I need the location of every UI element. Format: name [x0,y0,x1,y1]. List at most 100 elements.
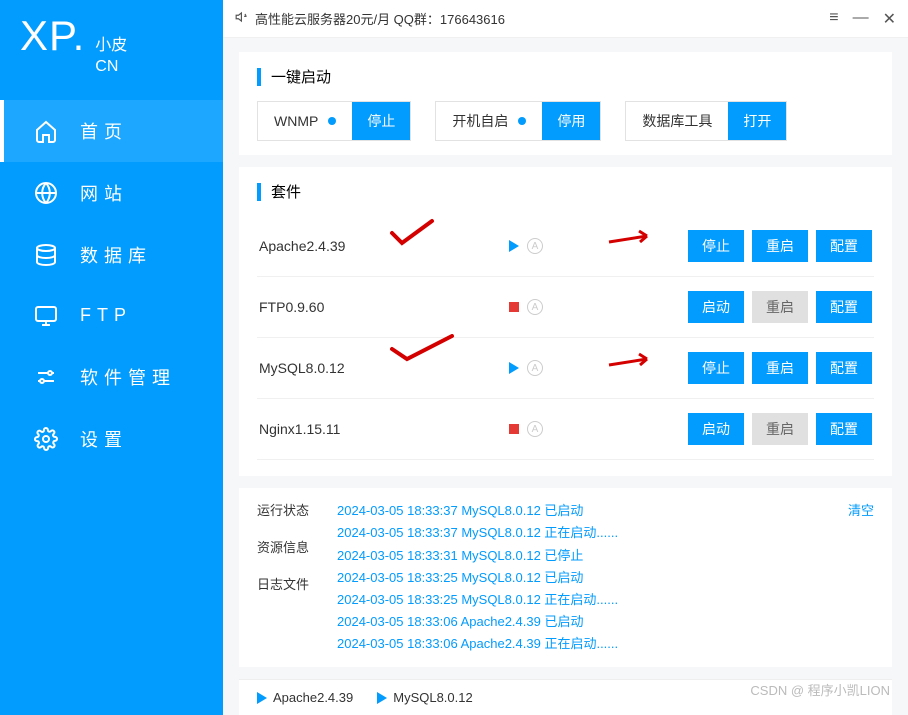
auto-icon: A [527,238,543,254]
suite-name: FTP0.9.60 [259,299,509,315]
nav-database[interactable]: 数据库 [0,224,223,286]
log-line: 2024-03-05 18:33:25 MySQL8.0.12 已启动 [337,567,848,589]
log-line: 2024-03-05 18:33:37 MySQL8.0.12 已启动 [337,500,848,522]
suite-停止-button[interactable]: 停止 [688,230,744,262]
nav-website[interactable]: 网站 [0,162,223,224]
gear-icon [34,427,58,451]
suite-配置-button[interactable]: 配置 [816,230,872,262]
nav-label: 首页 [80,118,128,144]
suite-重启-button[interactable]: 重启 [752,230,808,262]
suite-status: A [509,238,688,254]
suite-actions: 停止重启配置 [688,352,872,384]
auto-icon: A [527,360,543,376]
nav-label: 数据库 [80,242,152,268]
nav-home[interactable]: 首页 [0,100,223,162]
database-icon [34,243,58,267]
quick-box-0: WNMP 停止 [257,101,411,141]
speaker-icon [235,10,249,27]
menu-icon[interactable]: ≡ [829,9,838,29]
play-icon [377,692,387,704]
play-icon [257,692,267,704]
home-icon [34,119,58,143]
play-icon [509,362,519,374]
announce: 高性能云服务器20元/月 QQ群：176643616 [235,9,829,28]
auto-icon: A [527,421,543,437]
logo-cn: 小皮CN [95,36,127,78]
suite-actions: 停止重启配置 [688,230,872,262]
suite-row-0: Apache2.4.39 A 停止重启配置 [257,216,874,277]
clear-logs-button[interactable]: 清空 [848,500,874,655]
quick-label: 开机自启 [436,111,542,131]
suite-row-1: FTP0.9.60 A 启动重启配置 [257,277,874,338]
log-line: 2024-03-05 18:33:06 Apache2.4.39 正在启动...… [337,633,848,655]
suite-重启-button[interactable]: 重启 [752,352,808,384]
quick-label: 数据库工具 [626,111,728,131]
suite-status: A [509,360,688,376]
suite-status: A [509,299,688,315]
quick-button-1[interactable]: 停用 [542,102,600,140]
stop-icon [509,424,519,434]
suite-name: MySQL8.0.12 [259,360,509,376]
suite-重启-button[interactable]: 重启 [752,291,808,323]
log-lines: 2024-03-05 18:33:37 MySQL8.0.12 已启动2024-… [337,500,848,655]
suite-配置-button[interactable]: 配置 [816,352,872,384]
suite-row-3: Nginx1.15.11 A 启动重启配置 [257,399,874,460]
quickstart-panel: 一键启动 WNMP 停止 开机自启 停用 数据库工具 打开 [239,52,892,155]
auto-icon: A [527,299,543,315]
logo: XP. 小皮CN [0,0,223,100]
suite-启动-button[interactable]: 启动 [688,291,744,323]
stop-icon [509,302,519,312]
play-icon [509,240,519,252]
log-tab-1[interactable]: 资源信息 [257,537,337,556]
quick-button-2[interactable]: 打开 [728,102,786,140]
log-tabs: 运行状态资源信息日志文件 [257,500,337,655]
suite-panel: 套件 Apache2.4.39 A 停止重启配置 FTP0.9.60 A 启动重… [239,167,892,476]
log-tab-2[interactable]: 日志文件 [257,574,337,593]
minimize-icon[interactable]: — [853,9,869,29]
logs-panel: 运行状态资源信息日志文件 2024-03-05 18:33:37 MySQL8.… [239,488,892,667]
close-icon[interactable]: ✕ [883,9,896,29]
monitor-icon [34,304,58,328]
nav-software[interactable]: 软件管理 [0,346,223,408]
nav-label: 设置 [80,426,128,452]
suite-启动-button[interactable]: 启动 [688,413,744,445]
suite-name: Apache2.4.39 [259,238,509,254]
suite-status: A [509,421,688,437]
status-dot-icon [328,117,336,125]
quick-box-2: 数据库工具 打开 [625,101,787,141]
titlebar: 高性能云服务器20元/月 QQ群：176643616 ≡ — ✕ [223,0,908,38]
status-running-item: MySQL8.0.12 [377,690,473,705]
status-dot-icon [518,117,526,125]
suite-name: Nginx1.15.11 [259,421,509,437]
log-line: 2024-03-05 18:33:25 MySQL8.0.12 正在启动....… [337,589,848,611]
main: 高性能云服务器20元/月 QQ群：176643616 ≡ — ✕ 一键启动 WN… [223,0,908,715]
log-line: 2024-03-05 18:33:06 Apache2.4.39 已启动 [337,611,848,633]
suite-actions: 启动重启配置 [688,291,872,323]
window-controls: ≡ — ✕ [829,9,896,29]
suite-row-2: MySQL8.0.12 A 停止重启配置 [257,338,874,399]
sidebar: XP. 小皮CN 首页 网站 数据库 FTP 软件管理 设置 [0,0,223,715]
suite-actions: 启动重启配置 [688,413,872,445]
nav-label: FTP [80,305,132,326]
log-tab-0[interactable]: 运行状态 [257,500,337,519]
announce-text: 高性能云服务器20元/月 QQ群：176643616 [255,9,505,28]
suite-配置-button[interactable]: 配置 [816,291,872,323]
sliders-icon [34,365,58,389]
suite-title: 套件 [257,181,874,202]
suite-停止-button[interactable]: 停止 [688,352,744,384]
nav-label: 软件管理 [80,364,176,390]
quickstart-title: 一键启动 [257,66,874,87]
log-line: 2024-03-05 18:33:37 MySQL8.0.12 正在启动....… [337,522,848,544]
globe-icon [34,181,58,205]
status-running-item: Apache2.4.39 [257,690,353,705]
log-line: 2024-03-05 18:33:31 MySQL8.0.12 已停止 [337,545,848,567]
quick-label: WNMP [258,113,352,129]
watermark: CSDN @ 程序小凯LION [750,680,890,699]
quick-button-0[interactable]: 停止 [352,102,410,140]
nav-label: 网站 [80,180,128,206]
suite-重启-button[interactable]: 重启 [752,413,808,445]
quick-box-1: 开机自启 停用 [435,101,601,141]
nav-settings[interactable]: 设置 [0,408,223,470]
suite-配置-button[interactable]: 配置 [816,413,872,445]
nav-ftp[interactable]: FTP [0,286,223,346]
